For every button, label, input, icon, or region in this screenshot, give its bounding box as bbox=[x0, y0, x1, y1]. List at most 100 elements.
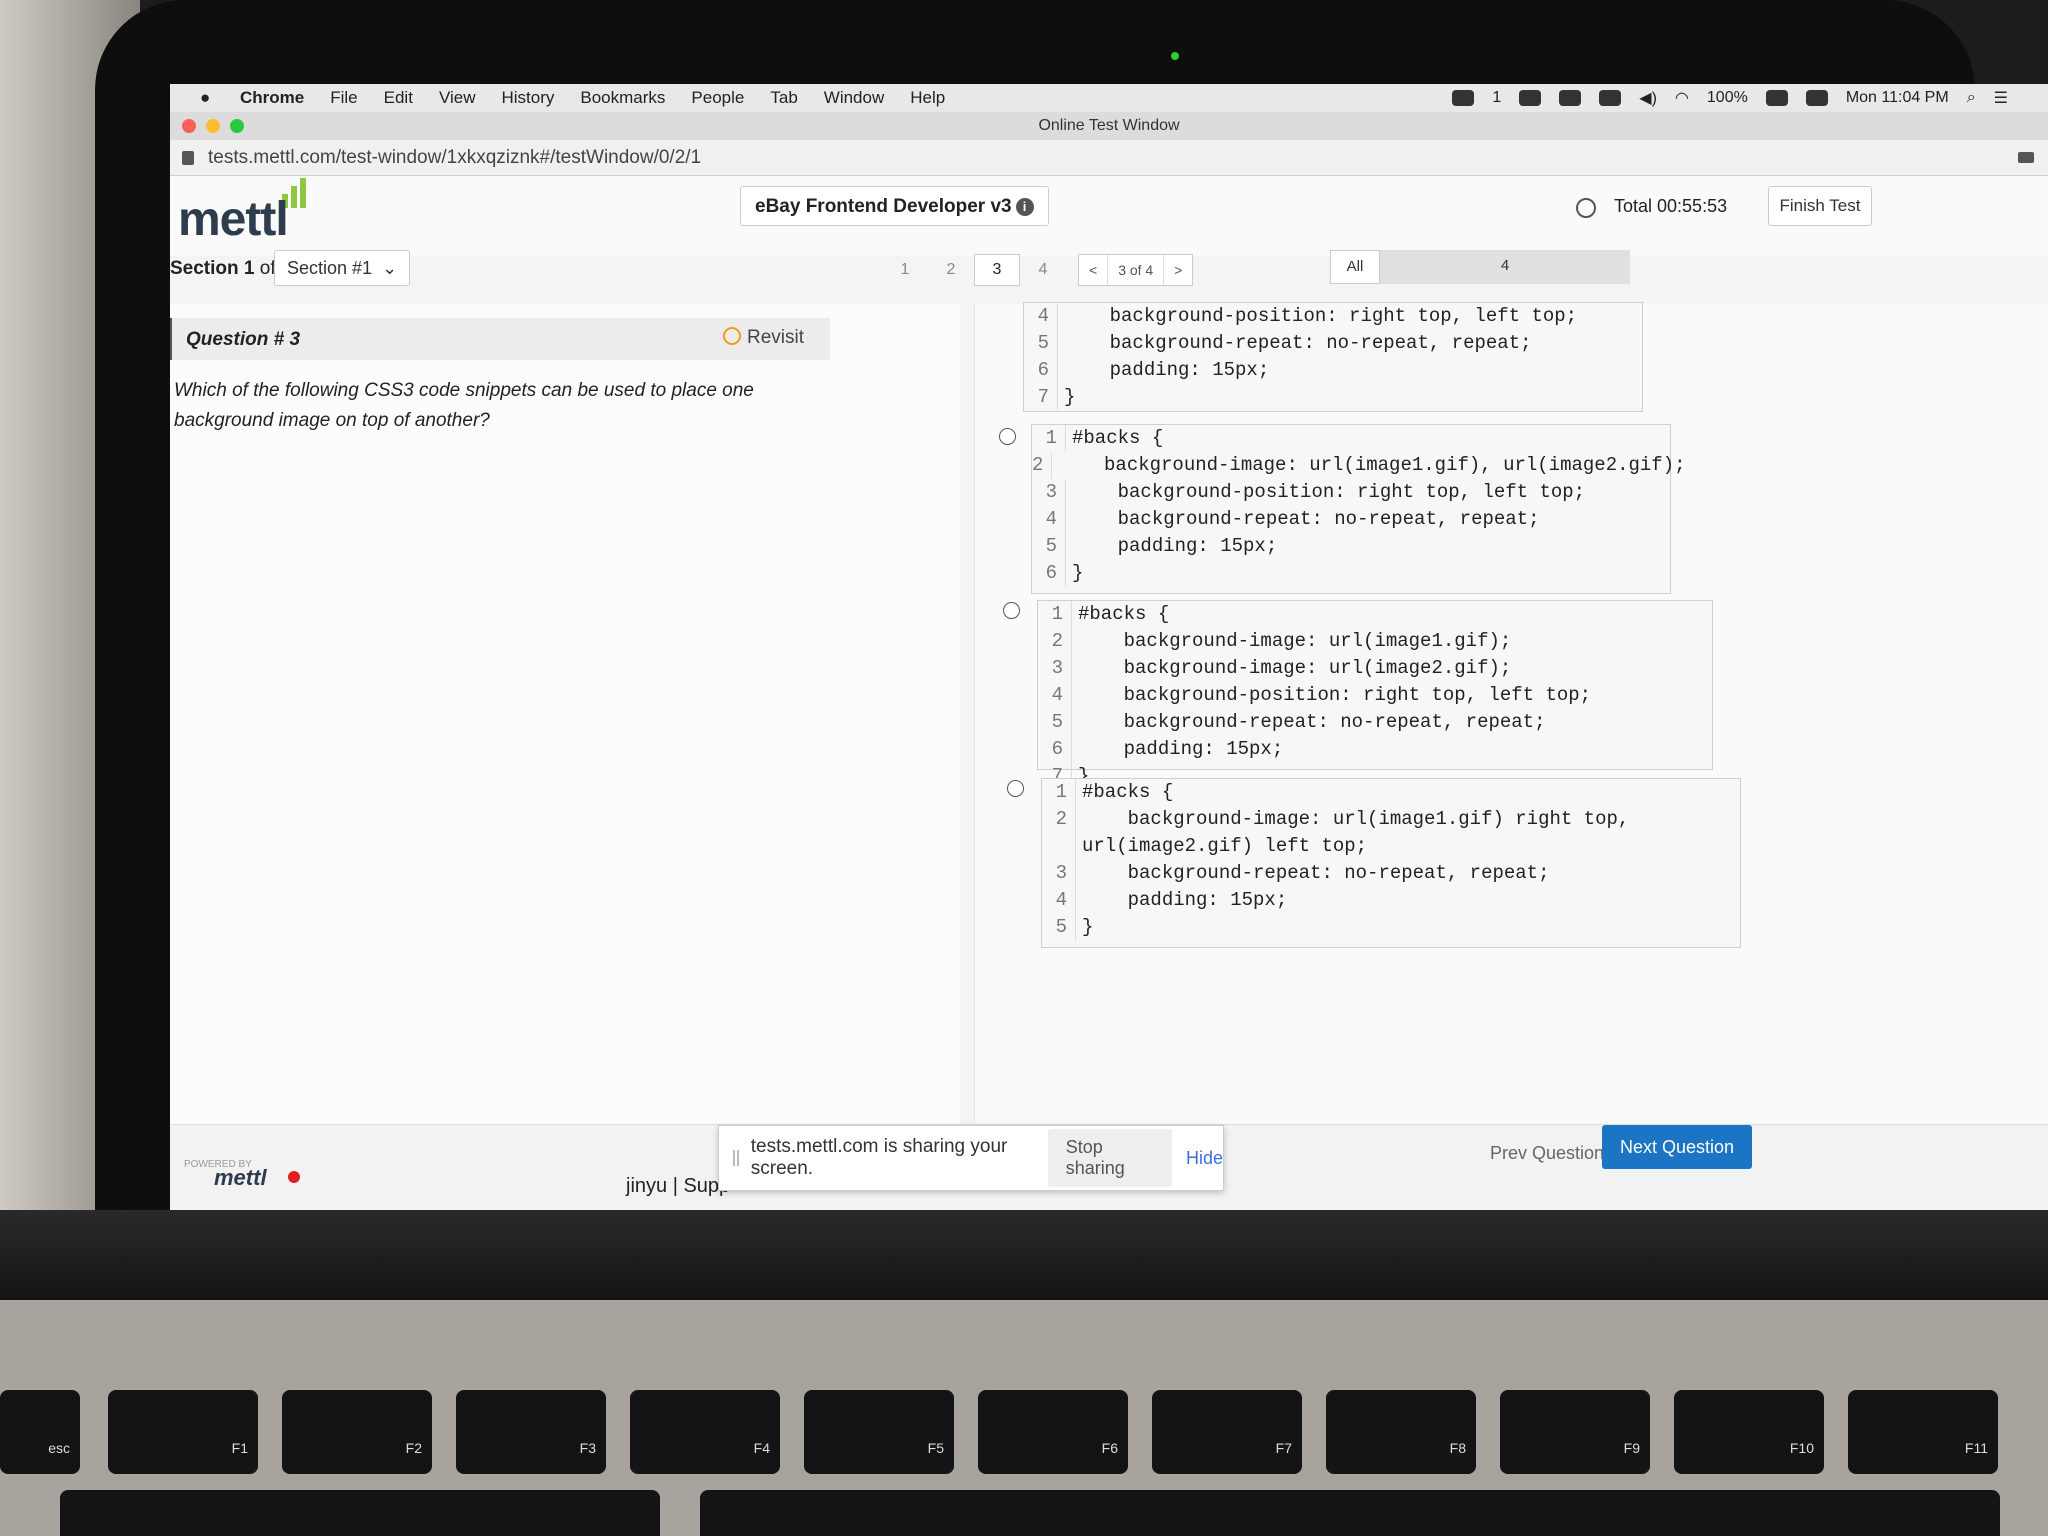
code-text: } bbox=[1072, 562, 1084, 584]
prev-page-button[interactable]: < bbox=[1079, 255, 1109, 285]
code-text: background-image: url(image1.gif); bbox=[1078, 630, 1512, 652]
wechat-icon[interactable] bbox=[1452, 90, 1475, 106]
question-title: Question # 3 bbox=[186, 329, 301, 350]
code-text: padding: 15px; bbox=[1064, 359, 1270, 381]
footer-logo: mettl bbox=[214, 1165, 267, 1190]
camera-icon[interactable] bbox=[2018, 152, 2034, 163]
question-header: Question # 3 Revisit bbox=[170, 318, 830, 360]
line-number: 4 bbox=[1032, 506, 1066, 533]
option-radio-1[interactable] bbox=[999, 428, 1016, 445]
code-line: 3 background-image: url(image2.gif); bbox=[1038, 655, 1712, 682]
search-icon[interactable]: ⌕ bbox=[1967, 89, 1976, 107]
filter-count[interactable]: 4 bbox=[1380, 250, 1630, 284]
menu-people[interactable]: People bbox=[691, 88, 744, 108]
code-line: 2 background-image: url(image1.gif); bbox=[1038, 628, 1712, 655]
next-page-button[interactable]: > bbox=[1164, 255, 1192, 285]
next-question-button[interactable]: Next Question bbox=[1602, 1125, 1752, 1169]
battery-icon[interactable] bbox=[1765, 90, 1788, 106]
menu-edit[interactable]: Edit bbox=[384, 88, 413, 108]
code-text: url(image2.gif) left top; bbox=[1082, 835, 1368, 857]
share-text: tests.mettl.com is sharing your screen. bbox=[750, 1136, 1008, 1179]
test-name: eBay Frontend Developer v3 bbox=[755, 196, 1012, 217]
menubar-clock[interactable]: Mon 11:04 PM bbox=[1846, 89, 1949, 107]
key-f3: F3 bbox=[456, 1390, 606, 1474]
code-line: 1 #backs { bbox=[1032, 425, 1670, 452]
address-bar[interactable]: tests.mettl.com/test-window/1xkxqziznk#/… bbox=[170, 140, 2048, 176]
key-row bbox=[700, 1490, 2000, 1536]
question-link-1[interactable]: 1 bbox=[882, 261, 928, 279]
code-line: url(image2.gif) left top; bbox=[1042, 833, 1740, 860]
menu-history[interactable]: History bbox=[501, 88, 554, 108]
wifi-icon[interactable]: ◠ bbox=[1675, 88, 1689, 108]
section-dropdown[interactable]: Section #1 ⌄ bbox=[274, 250, 411, 286]
code-line: 3 background-repeat: no-repeat, repeat; bbox=[1042, 860, 1740, 887]
section-selected: Section #1 bbox=[287, 258, 373, 278]
code-text: background-position: right top, left top… bbox=[1072, 481, 1586, 503]
line-number: 7 bbox=[1024, 384, 1058, 411]
code-text: #backs { bbox=[1072, 427, 1164, 449]
option-radio-3[interactable] bbox=[1007, 780, 1024, 797]
app-status-icon[interactable] bbox=[1519, 90, 1542, 106]
apple-icon[interactable]: ● bbox=[200, 88, 222, 108]
key-esc: esc bbox=[0, 1390, 80, 1474]
volume-icon[interactable]: ◀) bbox=[1639, 88, 1657, 108]
wechat-count: 1 bbox=[1492, 89, 1502, 106]
line-number: 5 bbox=[1032, 533, 1066, 560]
page-position: 3 of 4 bbox=[1108, 255, 1165, 285]
line-number: 6 bbox=[1038, 736, 1072, 763]
menu-window[interactable]: Window bbox=[824, 88, 884, 108]
question-navigator: 1 2 3 4 < 3 of 4 > bbox=[882, 254, 1194, 286]
menu-chrome[interactable]: Chrome bbox=[240, 88, 304, 108]
code-text: } bbox=[1082, 916, 1094, 938]
section-prefix: Section bbox=[170, 258, 239, 279]
menu-view[interactable]: View bbox=[439, 88, 476, 108]
url-text[interactable]: tests.mettl.com/test-window/1xkxqziznk#/… bbox=[208, 147, 701, 169]
code-line: 6 padding: 15px; bbox=[1038, 736, 1712, 763]
option-radio-2[interactable] bbox=[1003, 602, 1020, 619]
question-link-4[interactable]: 4 bbox=[1020, 261, 1066, 279]
finish-test-button[interactable]: Finish Test bbox=[1768, 186, 1872, 226]
flag-icon[interactable] bbox=[1805, 90, 1828, 106]
hide-button[interactable]: Hide bbox=[1186, 1148, 1223, 1169]
info-icon[interactable]: i bbox=[1015, 197, 1034, 216]
question-link-3[interactable]: 3 bbox=[974, 254, 1020, 286]
line-number: 2 bbox=[1042, 806, 1076, 833]
code-text: background-image: url(image1.gif) right … bbox=[1082, 808, 1630, 830]
code-line: 5} bbox=[1042, 914, 1740, 941]
battery-percent: 100% bbox=[1706, 89, 1748, 106]
camera-indicator bbox=[1171, 52, 1179, 60]
filter-all-button[interactable]: All bbox=[1330, 250, 1380, 284]
line-number: 1 bbox=[1042, 779, 1076, 806]
key-f11: F11 bbox=[1848, 1390, 1998, 1474]
pencil-icon bbox=[722, 327, 741, 345]
key-f2: F2 bbox=[282, 1390, 432, 1474]
screen: ● Chrome File Edit View History Bookmark… bbox=[170, 84, 2048, 1210]
drag-grip-icon[interactable] bbox=[733, 1150, 739, 1166]
line-number: 3 bbox=[1038, 655, 1072, 682]
stop-sharing-button[interactable]: Stop sharing bbox=[1047, 1129, 1172, 1187]
revisit-button[interactable]: Revisit bbox=[722, 327, 804, 349]
menu-help[interactable]: Help bbox=[910, 88, 945, 108]
line-number: 2 bbox=[1038, 628, 1072, 655]
question-text: Which of the following CSS3 code snippet… bbox=[174, 380, 754, 431]
menu-bookmarks[interactable]: Bookmarks bbox=[580, 88, 665, 108]
prev-question-button[interactable]: Prev Question bbox=[1490, 1133, 1604, 1173]
list-icon[interactable]: ☰ bbox=[1994, 88, 2008, 108]
key-f5: F5 bbox=[804, 1390, 954, 1474]
code-line: 2 background-image: url(image1.gif), url… bbox=[1032, 452, 1686, 479]
app-status-icon[interactable] bbox=[1559, 90, 1582, 106]
line-number: 4 bbox=[1038, 682, 1072, 709]
menu-file[interactable]: File bbox=[330, 88, 357, 108]
question-link-2[interactable]: 2 bbox=[928, 261, 974, 279]
code-text: background-image: url(image1.gif), url(i… bbox=[1058, 454, 1686, 476]
code-text: background-repeat: no-repeat, repeat; bbox=[1078, 711, 1546, 733]
app-status-icon[interactable] bbox=[1599, 90, 1622, 106]
option-code-block: 1 #backs {2 background-image: url(image1.… bbox=[1041, 778, 1741, 948]
code-text: padding: 15px; bbox=[1078, 738, 1284, 760]
line-number: 4 bbox=[1024, 303, 1058, 330]
menu-tab[interactable]: Tab bbox=[770, 88, 797, 108]
options-pane[interactable]: 4 background-position: right top, left t… bbox=[974, 302, 2048, 1124]
question-pane: Question # 3 Revisit Which of the follow… bbox=[170, 304, 960, 1124]
line-number: 3 bbox=[1032, 479, 1066, 506]
code-line: 6} bbox=[1032, 560, 1670, 587]
